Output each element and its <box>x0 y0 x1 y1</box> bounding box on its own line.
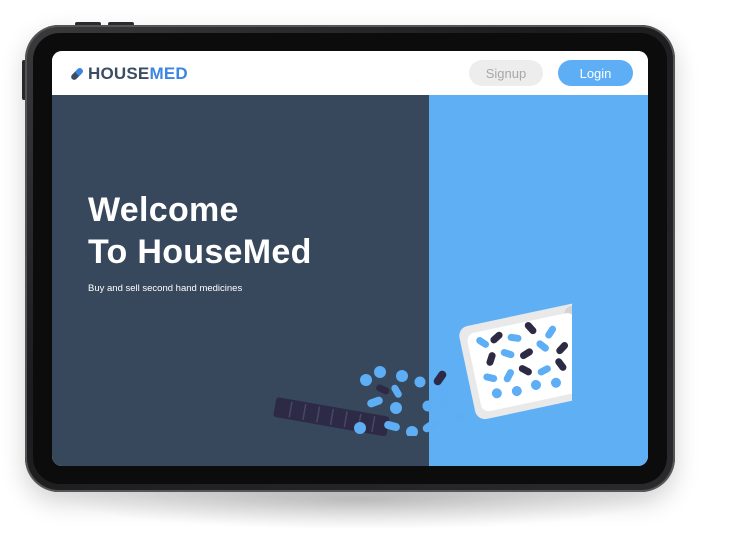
pill-bottle <box>459 299 572 420</box>
signup-button[interactable]: Signup <box>469 60 543 86</box>
top-navbar: HOUSE MED Signup Login <box>52 51 648 95</box>
login-button[interactable]: Login <box>558 60 633 86</box>
device-mockup: HOUSE MED Signup Login Welcome To HouseMe… <box>0 0 740 559</box>
hero-subtitle: Buy and sell second hand medicines <box>88 283 243 294</box>
logo-text-house: HOUSE <box>88 64 150 83</box>
app-screen: HOUSE MED Signup Login Welcome To HouseMe… <box>52 51 648 466</box>
pill-icon <box>71 68 83 80</box>
logo-text-med: MED <box>149 64 188 83</box>
spilled-pill-bottle-illustration <box>273 299 572 436</box>
brand-logo[interactable]: HOUSE MED <box>69 64 188 84</box>
hero-title-line1: Welcome <box>88 191 239 229</box>
